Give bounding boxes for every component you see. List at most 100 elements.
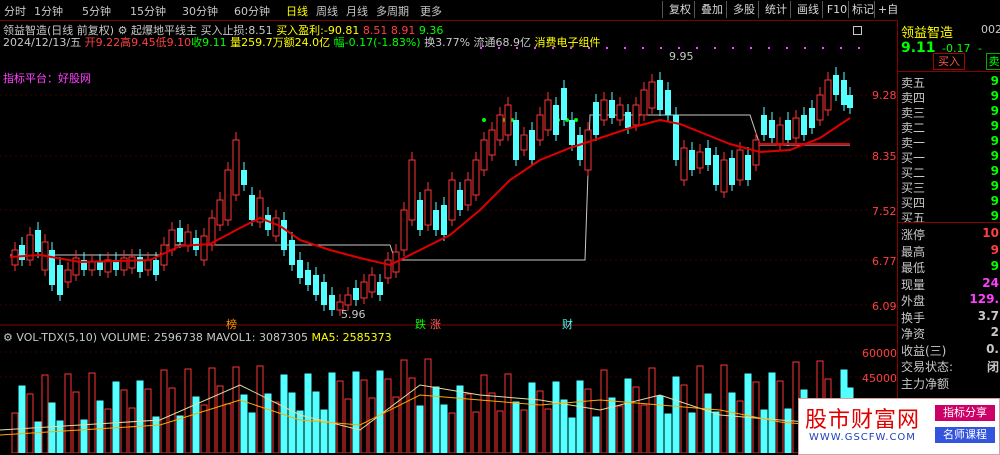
candle-body: [480, 139, 488, 171]
tab-60min[interactable]: 60分钟: [234, 3, 270, 19]
stat-row: 净资 2: [898, 325, 1000, 341]
volume-bar: [480, 374, 488, 453]
candle-body: [801, 115, 807, 135]
f10-button[interactable]: F10: [822, 1, 851, 18]
signal-dot: [660, 47, 662, 49]
candle-body: [713, 155, 719, 185]
tab-15min[interactable]: 15分钟: [130, 3, 166, 19]
buy-button[interactable]: 买入: [933, 53, 965, 70]
volume-bar: [41, 374, 49, 453]
event-marker[interactable]: 涨: [430, 316, 441, 332]
tab-multi-period[interactable]: 多周期: [376, 3, 409, 19]
add-watchlist-button[interactable]: +自选: [874, 1, 901, 18]
volume-bar: [600, 369, 608, 453]
volume-bar: [368, 397, 376, 453]
stat-value: 3.7: [977, 308, 999, 323]
stats-button[interactable]: 统计: [758, 1, 793, 18]
candle-body: [272, 217, 280, 237]
candle-body: [19, 245, 25, 260]
candle-body: [200, 235, 208, 261]
volume-bar: [176, 415, 184, 453]
tab-1min[interactable]: 1分钟: [34, 3, 63, 19]
candle-body: [464, 179, 472, 206]
candle-body: [441, 205, 447, 235]
candle-body: [776, 124, 784, 146]
volume-bar: [736, 400, 744, 453]
top-toolbar: 分时 1分钟 5分钟 15分钟 30分钟 60分钟 日线 周线 月线 多周期 更…: [0, 0, 1000, 21]
volume-bar: [624, 378, 632, 453]
sell-button[interactable]: 卖: [986, 53, 1000, 70]
tab-5min[interactable]: 5分钟: [82, 3, 111, 19]
tab-more[interactable]: 更多: [420, 3, 442, 19]
candle-body: [600, 99, 608, 121]
quote-panel: 领益智造 002 9.11 -0.17 - 买入 卖 卖五 9 卖四 9 卖三 9 卖二 9 卖…: [897, 20, 1000, 453]
volume-bar: [672, 376, 680, 453]
volume-bar: [96, 400, 104, 453]
order-book-row: 卖三 9: [898, 104, 1000, 120]
adjust-button[interactable]: 复权: [662, 1, 697, 18]
stat-label: 换手: [901, 310, 926, 325]
volume-bar: [128, 407, 136, 453]
tab-30min[interactable]: 30分钟: [182, 3, 218, 19]
watermark-tag: 指标分享: [935, 405, 995, 421]
chart-area[interactable]: 领益智造(日线 前复权) ⚙ 起爆地平线主 买入止损:8.51 买入盈利:-90…: [0, 20, 897, 453]
event-marker[interactable]: 财: [562, 316, 573, 332]
volume-bar: [34, 421, 42, 453]
volume-bar: [160, 369, 168, 453]
candle-body: [496, 114, 504, 141]
volume-bar: [680, 384, 688, 453]
volume-bar: [312, 391, 320, 453]
order-level-price: 9: [990, 74, 999, 88]
price-axis-label: 8.35: [872, 150, 897, 163]
watermark-url: WWW.GSCFW.COM: [809, 432, 916, 443]
draw-line-button[interactable]: 画线: [790, 1, 825, 18]
candle-body: [745, 155, 751, 180]
volume-bar: [776, 380, 784, 453]
peak-price-label: 9.95: [669, 50, 694, 63]
volume-bar: [712, 411, 720, 453]
multi-stock-button[interactable]: 多股: [726, 1, 761, 18]
volume-bar: [664, 413, 672, 453]
tab-intraday[interactable]: 分时: [4, 3, 26, 19]
stat-row: 交易状态: 闭: [898, 358, 1000, 374]
tab-daily[interactable]: 日线: [286, 3, 308, 19]
candle-body: [216, 199, 224, 226]
volume-bar: [520, 409, 528, 453]
stat-row: 主力净额: [898, 375, 1000, 391]
candle-body: [368, 274, 376, 293]
event-marker[interactable]: 榜: [226, 316, 237, 332]
stat-label: 现量: [901, 277, 926, 292]
divider: [898, 71, 1000, 72]
volume-value: VOLUME: 2596738: [100, 331, 203, 344]
volume-bar: [208, 367, 216, 453]
stat-label: 净资: [901, 327, 926, 341]
gear-icon[interactable]: ⚙: [3, 331, 13, 344]
signal-dot: [858, 47, 860, 49]
tab-monthly[interactable]: 月线: [346, 3, 368, 19]
volume-bar: [528, 382, 536, 453]
panel-stock-code: 002: [981, 23, 1000, 36]
tab-weekly[interactable]: 周线: [316, 3, 338, 19]
kline-chart[interactable]: [0, 20, 897, 453]
volume-bar: [64, 373, 72, 453]
candle-body: [809, 108, 815, 128]
volume-bar: [784, 408, 792, 453]
stat-row: 换手 3.7: [898, 309, 1000, 325]
overlay-button[interactable]: 叠加: [694, 1, 729, 18]
stat-value: 10: [982, 226, 999, 240]
mark-button[interactable]: 标记: [848, 1, 877, 18]
candle-body: [153, 260, 159, 275]
volume-bar: [472, 411, 480, 453]
volume-bar: [288, 392, 296, 453]
order-level-price: 9: [990, 194, 999, 208]
candle-body: [433, 210, 439, 230]
candle-body: [241, 170, 247, 185]
candle-body: [847, 95, 853, 108]
candle-body: [408, 159, 416, 221]
mavol1-value: MAVOL1: 3087305: [206, 331, 308, 344]
candle-body: [224, 169, 232, 221]
candle-body: [792, 117, 800, 139]
volume-bar: [216, 385, 224, 453]
event-marker[interactable]: 跌: [415, 316, 426, 332]
stat-label: 收益(三): [901, 343, 947, 358]
